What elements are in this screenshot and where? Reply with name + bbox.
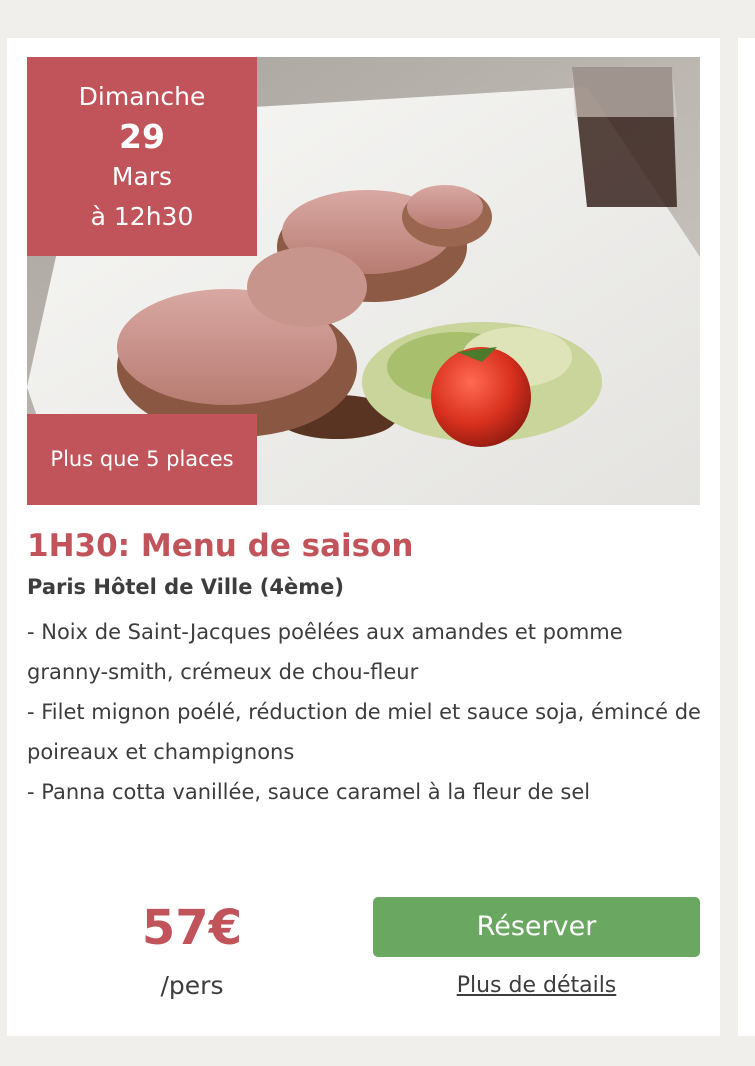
- details-link[interactable]: Plus de détails: [373, 971, 700, 1001]
- menu-item-main: - Filet mignon poélé, réduction de miel …: [27, 700, 701, 764]
- course-title[interactable]: 1H30: Menu de saison: [27, 526, 413, 566]
- menu-list: - Noix de Saint-Jacques poêlées aux aman…: [27, 612, 707, 812]
- event-card: Dimanche 29 Mars à 12h30 Plus que 5 plac…: [7, 38, 720, 1036]
- event-date-badge: Dimanche 29 Mars à 12h30: [27, 57, 257, 256]
- availability-badge: Plus que 5 places: [27, 414, 257, 505]
- reserve-button[interactable]: Réserver: [373, 897, 700, 957]
- dish-photo[interactable]: Dimanche 29 Mars à 12h30 Plus que 5 plac…: [27, 57, 700, 505]
- price-unit: /pers: [160, 971, 224, 1000]
- course-location: Paris Hôtel de Ville (4ème): [27, 575, 344, 599]
- event-month: Mars: [111, 162, 173, 191]
- adjacent-card-edge: [738, 38, 755, 1036]
- menu-item-starter: - Noix de Saint-Jacques poêlées aux aman…: [27, 620, 623, 684]
- event-time: à 12h30: [90, 202, 194, 231]
- event-day-name: Dimanche: [78, 82, 206, 111]
- menu-item-dessert: - Panna cotta vanillée, sauce caramel à …: [27, 780, 591, 804]
- price: 57€: [141, 900, 243, 956]
- event-day-number: 29: [119, 117, 165, 156]
